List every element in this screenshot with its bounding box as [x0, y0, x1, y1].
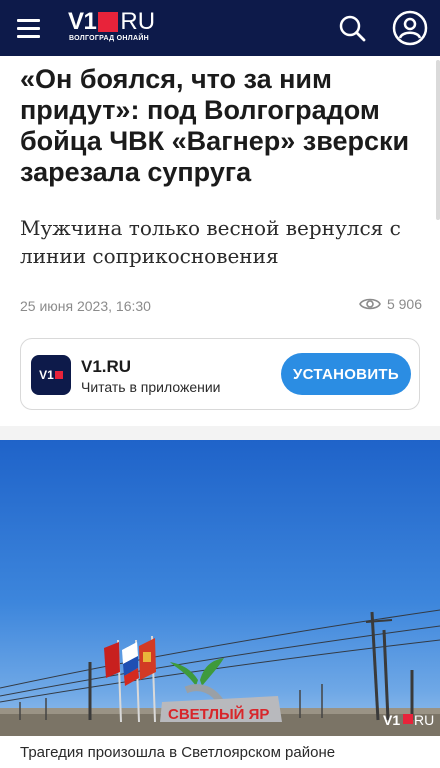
app-logo-icon: V1	[31, 355, 71, 395]
scrollbar[interactable]	[436, 60, 440, 220]
section-divider	[0, 426, 440, 440]
menu-icon[interactable]	[14, 14, 44, 42]
photo-caption: Трагедия произошла в Светлоярском районе	[20, 744, 336, 761]
article-title: «Он боялся, что за ним придут»: под Волг…	[20, 64, 410, 187]
svg-text:V1: V1	[383, 712, 400, 728]
app-icon-square	[54, 371, 63, 379]
sign-text: СВЕТЛЫЙ ЯР	[168, 705, 269, 723]
article-meta: 25 июня 2023, 16:30 5 906	[20, 296, 422, 316]
logo-subtitle: ВОЛГОГРАД ОНЛАЙН	[69, 35, 150, 42]
article-photo[interactable]: СВЕТЛЫЙ ЯР V1 RU	[0, 440, 440, 736]
svg-text:RU: RU	[414, 712, 434, 728]
logo-ru-text: RU	[120, 8, 156, 35]
top-navbar: V1 RU ВОЛГОГРАД ОНЛАЙН	[0, 0, 440, 56]
site-logo[interactable]: V1 RU ВОЛГОГРАД ОНЛАЙН	[68, 10, 188, 46]
install-button[interactable]: УСТАНОВИТЬ	[281, 353, 411, 395]
article-subtitle: Мужчина только весной вернулся с линии с…	[20, 216, 401, 268]
user-icon[interactable]	[390, 8, 430, 48]
app-name: V1.RU	[81, 357, 132, 376]
logo-red-square	[98, 12, 119, 32]
app-description: Читать в приложении	[81, 379, 221, 395]
publish-date: 25 июня 2023, 16:30	[20, 298, 151, 314]
search-icon[interactable]	[332, 8, 372, 48]
app-icon-text: V1	[39, 368, 54, 382]
logo-v1-text: V1	[68, 8, 97, 35]
views-count: 5 906	[386, 296, 422, 312]
app-install-banner: V1 V1.RU Читать в приложении УСТАНОВИТЬ	[20, 338, 420, 410]
views-counter: 5 906	[359, 296, 422, 312]
eye-icon	[359, 298, 381, 310]
